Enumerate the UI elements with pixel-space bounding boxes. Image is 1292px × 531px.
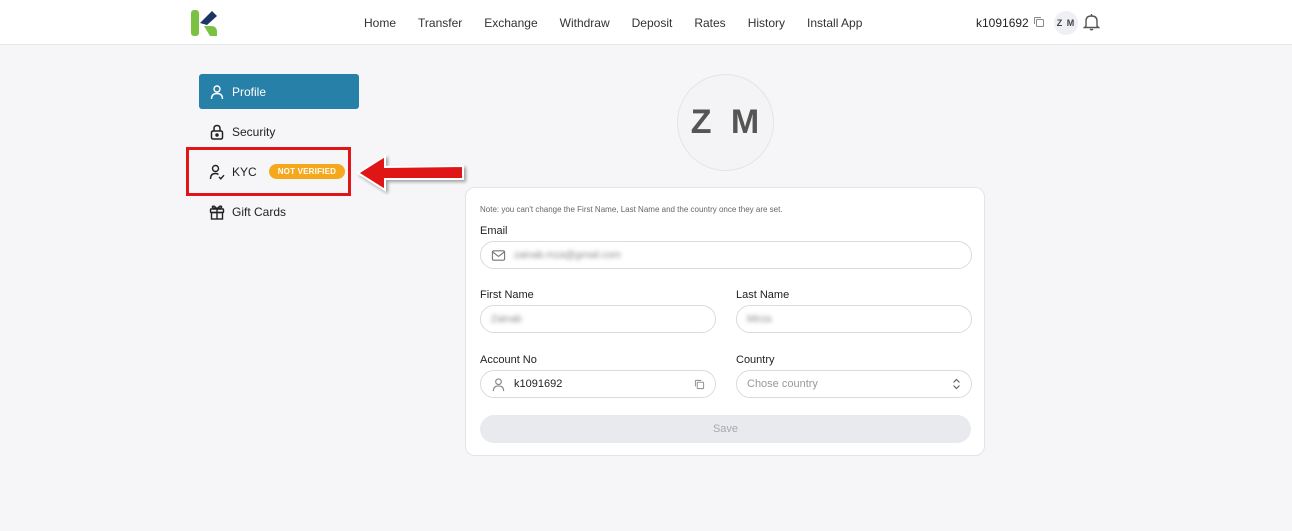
chevron-up-down-icon xyxy=(953,378,960,390)
first-name-field[interactable]: Zainab xyxy=(480,305,716,333)
sidebar-item-gift-cards[interactable]: Gift Cards xyxy=(199,194,359,229)
first-name-value: Zainab xyxy=(491,313,522,325)
profile-form-card: Note: you can't change the First Name, L… xyxy=(465,187,985,456)
sidebar-item-label: Profile xyxy=(232,84,267,99)
sidebar-item-security[interactable]: Security xyxy=(199,114,359,149)
nav-withdraw[interactable]: Withdraw xyxy=(560,16,610,30)
nav-home[interactable]: Home xyxy=(364,16,396,30)
header-account-id: k1091692 xyxy=(976,16,1029,30)
main-nav: Home Transfer Exchange Withdraw Deposit … xyxy=(353,0,873,45)
form-note: Note: you can't change the First Name, L… xyxy=(480,205,783,214)
account-no-value: k1091692 xyxy=(514,378,563,390)
annotation-highlight-box xyxy=(186,147,351,196)
email-value: zainab.mza@gmail.com xyxy=(514,249,621,261)
sidebar-item-label: Security xyxy=(232,124,276,139)
last-name-field[interactable]: Mirza xyxy=(736,305,972,333)
user-icon xyxy=(492,377,505,391)
sidebar-item-profile[interactable]: Profile xyxy=(199,74,359,109)
last-name-label: Last Name xyxy=(736,289,790,301)
user-icon xyxy=(210,84,224,99)
account-no-label: Account No xyxy=(480,354,537,366)
brand-logo-icon[interactable] xyxy=(190,8,220,38)
email-field[interactable]: zainab.mza@gmail.com xyxy=(480,241,972,269)
account-no-field[interactable]: k1091692 xyxy=(480,370,716,398)
user-avatar[interactable]: Z M xyxy=(1054,11,1078,35)
nav-rates[interactable]: Rates xyxy=(694,16,725,30)
country-label: Country xyxy=(736,354,775,366)
last-name-value: Mirza xyxy=(747,313,772,325)
lock-icon xyxy=(210,124,224,140)
nav-history[interactable]: History xyxy=(748,16,785,30)
email-label: Email xyxy=(480,225,508,237)
copy-icon[interactable] xyxy=(694,379,705,390)
nav-deposit[interactable]: Deposit xyxy=(632,16,673,30)
nav-install-app[interactable]: Install App xyxy=(807,16,862,30)
nav-transfer[interactable]: Transfer xyxy=(418,16,462,30)
country-select[interactable]: Chose country xyxy=(736,370,972,398)
first-name-label: First Name xyxy=(480,289,534,301)
profile-avatar[interactable]: Z M xyxy=(677,74,774,171)
top-bar: Home Transfer Exchange Withdraw Deposit … xyxy=(0,0,1292,45)
country-placeholder: Chose country xyxy=(747,378,818,390)
annotation-arrow-icon xyxy=(356,154,464,192)
nav-exchange[interactable]: Exchange xyxy=(484,16,537,30)
save-button[interactable]: Save xyxy=(480,415,971,443)
bell-icon[interactable] xyxy=(1083,13,1100,31)
sidebar-item-label: Gift Cards xyxy=(232,204,287,219)
gift-icon xyxy=(209,204,225,220)
copy-icon[interactable] xyxy=(1033,16,1045,28)
mail-icon xyxy=(491,249,506,261)
